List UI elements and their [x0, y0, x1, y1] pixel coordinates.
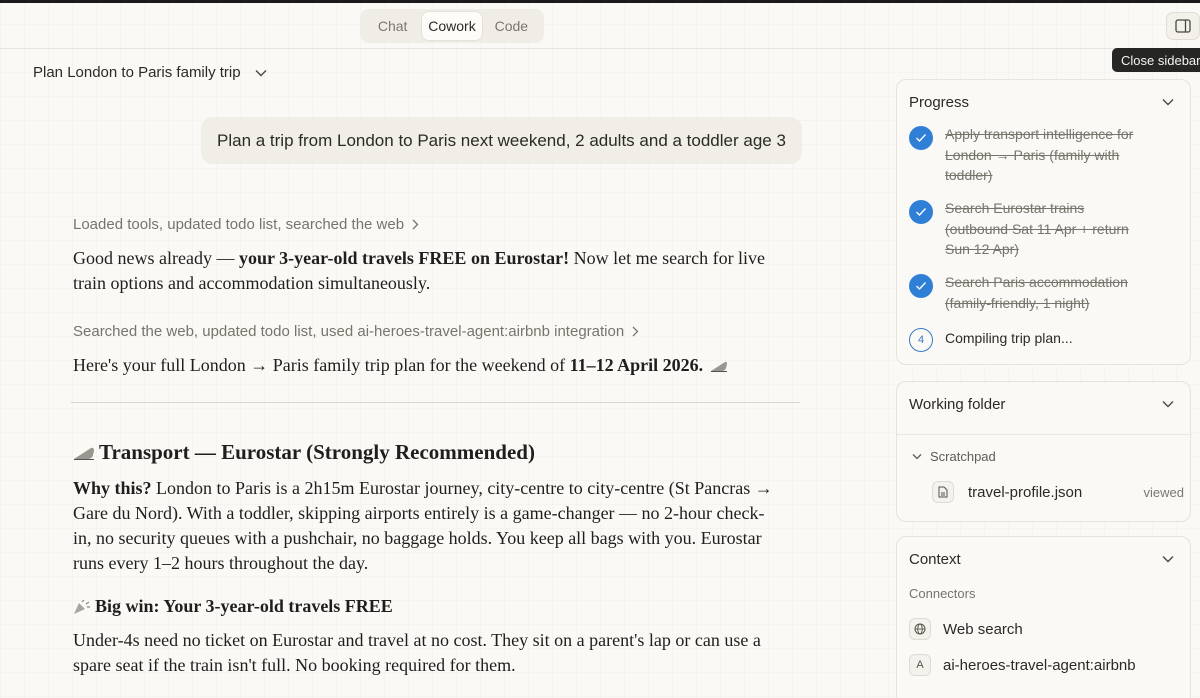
sidebar-icon — [1175, 19, 1191, 33]
working-folder-header[interactable]: Working folder — [897, 382, 1190, 426]
top-edge — [0, 0, 1200, 3]
connector-label: Web search — [943, 620, 1023, 638]
heading-text: Transport — Eurostar (Strongly Recommend… — [99, 440, 535, 464]
party-popper-icon — [74, 599, 90, 614]
why-paragraph: Why this? London to Paris is a 2h15m Eur… — [73, 476, 773, 576]
chevron-down-icon — [1162, 99, 1174, 106]
check-icon — [909, 126, 933, 150]
letter-a-icon: A — [909, 654, 931, 676]
section-heading: Transport — Eurostar (Strongly Recommend… — [73, 440, 535, 465]
file-row[interactable]: travel-profile.json viewed — [932, 481, 1184, 503]
assistant-paragraph-1: Good news already — your 3-year-old trav… — [73, 246, 773, 296]
train-icon — [710, 361, 727, 372]
tab-chat[interactable]: Chat — [363, 12, 422, 40]
globe-icon — [909, 618, 931, 640]
folder-label: Scratchpad — [930, 449, 996, 464]
context-header[interactable]: Context — [897, 537, 1190, 581]
tool-summary-2[interactable]: Searched the web, updated todo list, use… — [73, 323, 639, 340]
chevron-down-icon — [1162, 556, 1174, 563]
tab-code[interactable]: Code — [482, 12, 541, 40]
text: Here's your full London → Paris family t… — [73, 355, 570, 375]
tab-cowork[interactable]: Cowork — [422, 12, 482, 40]
tooltip: Close sidebar — [1112, 48, 1200, 72]
page-title: Plan London to Paris family trip — [33, 64, 241, 81]
connectors-label: Connectors — [909, 586, 976, 601]
text-bold: your 3-year-old travels FREE on Eurostar… — [238, 248, 570, 268]
step-label: Search Eurostar trains (outbound Sat 11 … — [945, 200, 1129, 257]
tool-summary-label: Searched the web, updated todo list, use… — [73, 323, 625, 340]
text-bold: Why this? — [73, 478, 152, 498]
step-label: Apply transport intelligence for London … — [945, 126, 1134, 183]
step-label: Search Paris accommodation (family-frien… — [945, 274, 1128, 311]
progress-header[interactable]: Progress — [897, 80, 1190, 124]
header-divider — [0, 48, 1200, 49]
connector-label: ai-heroes-travel-agent:airbnb — [943, 656, 1136, 674]
file-status: viewed — [1143, 484, 1184, 500]
check-icon — [909, 274, 933, 298]
progress-step: Search Paris accommodation (family-frien… — [909, 272, 1149, 313]
file-name: travel-profile.json — [968, 483, 1083, 501]
connector-web-search[interactable]: Web search — [909, 618, 1023, 640]
context-panel: Context Connectors Web search A ai-heroe… — [896, 536, 1191, 698]
progress-step: Search Eurostar trains (outbound Sat 11 … — [909, 198, 1149, 260]
divider — [71, 402, 800, 403]
chevron-right-icon — [632, 326, 639, 337]
check-icon — [909, 200, 933, 224]
win-paragraph: Under-4s need no ticket on Eurostar and … — [73, 628, 773, 678]
file-icon — [932, 481, 954, 503]
tool-summary-label: Loaded tools, updated todo list, searche… — [73, 216, 405, 233]
chevron-down-icon — [1162, 401, 1174, 408]
tool-summary-1[interactable]: Loaded tools, updated todo list, searche… — [73, 216, 419, 233]
assistant-paragraph-2: Here's your full London → Paris family t… — [73, 353, 793, 378]
chevron-down-icon — [912, 454, 922, 460]
train-icon — [74, 447, 94, 460]
chat-title-dropdown[interactable]: Plan London to Paris family trip — [33, 64, 267, 81]
panel-title: Working folder — [909, 395, 1006, 413]
progress-step: Apply transport intelligence for London … — [909, 124, 1149, 186]
user-message: Plan a trip from London to Paris next we… — [201, 117, 802, 164]
step-label: Compiling trip plan... — [945, 330, 1073, 346]
text-bold: 11–12 April 2026. — [569, 355, 704, 375]
connector-airbnb[interactable]: A ai-heroes-travel-agent:airbnb — [909, 654, 1136, 676]
subheading-text: Big win: Your 3-year-old travels FREE — [95, 596, 393, 616]
divider — [897, 434, 1192, 435]
working-folder-panel: Working folder Scratchpad travel-profile… — [896, 381, 1192, 522]
progress-panel: Progress Apply transport intelligence fo… — [896, 79, 1191, 365]
panel-title: Context — [909, 550, 961, 568]
mode-switch: Chat Cowork Code — [360, 9, 544, 43]
text: Under-4s need no ticket on Eurostar and … — [73, 630, 761, 675]
step-number: 4 — [909, 328, 933, 352]
panel-title: Progress — [909, 93, 970, 111]
folder-scratchpad[interactable]: Scratchpad — [912, 449, 996, 464]
chevron-right-icon — [412, 219, 419, 230]
sidebar-toggle-button[interactable] — [1166, 12, 1200, 40]
chevron-down-icon — [255, 69, 267, 76]
progress-step-current: 4 Compiling trip plan... — [909, 326, 1149, 352]
text: Good news already — — [73, 248, 239, 268]
sub-heading: Big win: Your 3-year-old travels FREE — [73, 596, 393, 617]
text: London to Paris is a 2h15m Eurostar jour… — [73, 478, 773, 573]
